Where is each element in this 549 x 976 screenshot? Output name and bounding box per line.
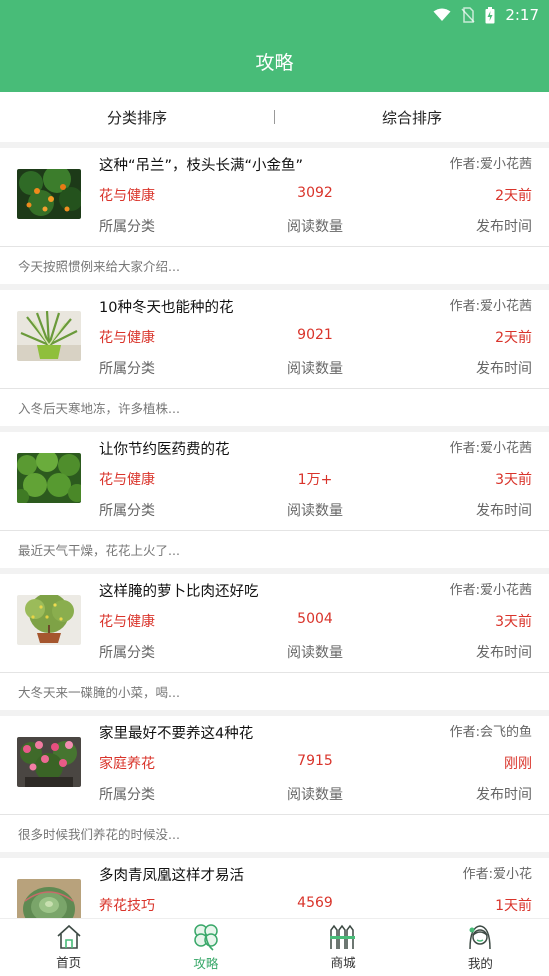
article-category: 花与健康 (99, 614, 155, 630)
tab-strategy[interactable]: 攻略 (137, 919, 274, 976)
bottom-tab-bar: 首页 攻略 商城 我的 (0, 918, 549, 976)
article-thumbnail (17, 311, 81, 361)
overall-sort-button[interactable]: 综合排序 (275, 107, 549, 128)
article-read-count: 3092 (297, 185, 333, 201)
article-thumbnail (17, 169, 81, 219)
article-author: 作者:爱小花 (462, 867, 532, 882)
article-publish-time: 1天前 (495, 898, 532, 914)
read-count-label: 阅读数量 (287, 503, 343, 519)
article-author: 作者:爱小花茜 (449, 441, 532, 456)
article-author: 作者:爱小花茜 (449, 583, 532, 598)
card-divider (0, 672, 549, 673)
article-title[interactable]: 这种“吊兰”，枝头长满“小金鱼” (99, 154, 303, 175)
article-category: 家庭养花 (99, 756, 155, 772)
tab-label: 攻略 (193, 956, 219, 971)
article-author: 作者:会飞的鱼 (449, 725, 532, 740)
article-publish-time: 2天前 (495, 330, 532, 346)
article-thumbnail (17, 879, 81, 918)
article-read-count: 5004 (297, 611, 333, 627)
article-publish-time: 2天前 (495, 188, 532, 204)
status-bar: 2:17 (0, 0, 549, 30)
wifi-icon (433, 8, 451, 21)
card-divider (0, 530, 549, 531)
article-title[interactable]: 多肉青凤凰这样才易活 (99, 864, 244, 885)
article-read-count: 9021 (297, 327, 333, 343)
article-thumbnail (17, 737, 81, 787)
page-title-text: 攻略 (255, 51, 294, 74)
read-count-label: 阅读数量 (287, 787, 343, 803)
article-title[interactable]: 这样腌的萝卜比肉还好吃 (99, 580, 259, 601)
article-card[interactable]: 让你节约医药费的花 作者:爱小花茜 花与健康 1万+ 3天前 所属分类 阅读数量… (0, 432, 549, 568)
tab-label: 商城 (330, 955, 356, 970)
category-label: 所属分类 (99, 787, 155, 803)
article-summary: 很多时候我们养花的时候没... (18, 827, 180, 842)
category-label: 所属分类 (99, 219, 155, 235)
publish-time-label: 发布时间 (476, 361, 532, 377)
article-title[interactable]: 让你节约医药费的花 (99, 438, 230, 459)
tab-label: 首页 (56, 955, 82, 970)
read-count-label: 阅读数量 (287, 645, 343, 661)
tab-profile[interactable]: 我的 (412, 919, 549, 976)
article-category: 花与健康 (99, 472, 155, 488)
sort-bar: 分类排序 综合排序 (0, 92, 549, 142)
tab-home[interactable]: 首页 (0, 919, 137, 976)
category-label: 所属分类 (99, 503, 155, 519)
no-sim-icon (461, 7, 475, 23)
battery-charging-icon (485, 6, 495, 23)
article-thumbnail (17, 595, 81, 645)
article-title[interactable]: 家里最好不要养这4种花 (99, 722, 253, 743)
article-author: 作者:爱小花茜 (449, 157, 532, 172)
article-category: 养花技巧 (99, 898, 155, 914)
page-title: 攻略 (0, 30, 549, 92)
article-summary: 入冬后天寒地冻，许多植株... (18, 401, 180, 416)
read-count-label: 阅读数量 (287, 361, 343, 377)
article-category: 花与健康 (99, 330, 155, 346)
article-list: 这种“吊兰”，枝头长满“小金鱼” 作者:爱小花茜 花与健康 3092 2天前 所… (0, 148, 549, 918)
article-category: 花与健康 (99, 188, 155, 204)
article-card[interactable]: 多肉青凤凰这样才易活 作者:爱小花 养花技巧 4569 1天前 (0, 858, 549, 918)
article-read-count: 4569 (297, 895, 333, 911)
tab-shop[interactable]: 商城 (275, 919, 412, 976)
article-summary: 大冬天来一碟腌的小菜，喝... (18, 685, 180, 700)
publish-time-label: 发布时间 (476, 787, 532, 803)
card-divider (0, 388, 549, 389)
read-count-label: 阅读数量 (287, 219, 343, 235)
article-read-count: 1万+ (297, 472, 333, 488)
article-author: 作者:爱小花茜 (449, 299, 532, 314)
publish-time-label: 发布时间 (476, 645, 532, 661)
status-time: 2:17 (505, 6, 539, 24)
tab-label: 我的 (467, 956, 493, 971)
category-sort-button[interactable]: 分类排序 (0, 107, 274, 128)
card-divider (0, 814, 549, 815)
article-summary: 今天按照惯例来给大家介绍... (18, 259, 180, 274)
category-label: 所属分类 (99, 361, 155, 377)
category-label: 所属分类 (99, 645, 155, 661)
publish-time-label: 发布时间 (476, 219, 532, 235)
article-card[interactable]: 这种“吊兰”，枝头长满“小金鱼” 作者:爱小花茜 花与健康 3092 2天前 所… (0, 148, 549, 284)
article-summary: 最近天气干燥，花花上火了... (18, 543, 180, 558)
clover-icon (194, 924, 218, 951)
article-publish-time: 3天前 (495, 614, 532, 630)
article-read-count: 7915 (297, 753, 333, 769)
article-thumbnail (17, 453, 81, 503)
publish-time-label: 发布时间 (476, 503, 532, 519)
article-card[interactable]: 家里最好不要养这4种花 作者:会飞的鱼 家庭养花 7915 刚刚 所属分类 阅读… (0, 716, 549, 852)
article-publish-time: 刚刚 (504, 756, 532, 772)
article-card[interactable]: 10种冬天也能种的花 作者:爱小花茜 花与健康 9021 2天前 所属分类 阅读… (0, 290, 549, 426)
fence-icon (330, 924, 356, 949)
card-divider (0, 246, 549, 247)
house-icon (57, 924, 81, 949)
article-card[interactable]: 这样腌的萝卜比肉还好吃 作者:爱小花茜 花与健康 5004 3天前 所属分类 阅… (0, 574, 549, 710)
article-title[interactable]: 10种冬天也能种的花 (99, 296, 233, 317)
girl-avatar-icon (469, 925, 492, 950)
article-publish-time: 3天前 (495, 472, 532, 488)
